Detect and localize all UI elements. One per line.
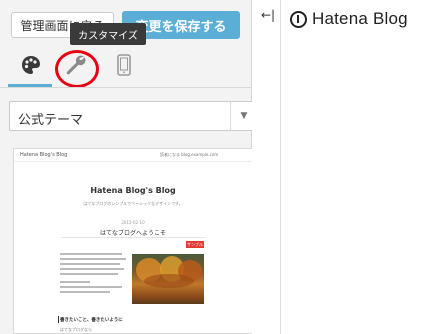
tab-smartphone[interactable] xyxy=(109,50,139,80)
smartphone-icon xyxy=(117,54,131,76)
preview-blog-title: Hatena Blog's Blog xyxy=(90,186,176,195)
preview-topbar: Hatena Blog's Blog 読者になる blog.example.co… xyxy=(14,149,252,162)
hatena-logo-icon xyxy=(290,10,307,28)
highlight-circle xyxy=(55,50,99,88)
preview-heading: 書きたいこと、書きたいように xyxy=(60,318,123,323)
brand-name: Hatena Blog xyxy=(312,9,408,28)
hatena-blog-logo[interactable]: Hatena Blog xyxy=(290,9,408,29)
theme-preview-card[interactable]: Hatena Blog's Blog 読者になる blog.example.co… xyxy=(13,148,253,334)
preview-heading-marker xyxy=(58,316,59,323)
theme-select-value: 公式テーマ xyxy=(18,113,84,128)
preview-sample-badge: サンプル xyxy=(186,241,204,248)
theme-select[interactable]: 公式テーマ ▼ xyxy=(9,101,258,131)
tab-design[interactable] xyxy=(16,50,46,80)
preview-date: 2015-02-10 xyxy=(121,220,145,225)
preview-topbar-title: Hatena Blog's Blog xyxy=(20,152,68,158)
sidebar-tabs xyxy=(0,46,252,87)
collapse-sidebar-icon[interactable]: ←| xyxy=(261,9,275,21)
preview-post-title: はてなブログへようこそ xyxy=(99,230,166,237)
palette-icon xyxy=(22,56,40,74)
preview-body-text xyxy=(60,253,126,296)
tabs-divider xyxy=(0,87,252,88)
customize-tooltip: カスタマイズ xyxy=(70,23,146,45)
preview-blog-subtitle: はてなブログのシンプルでベーシックなデザインです。 xyxy=(83,201,183,206)
blog-preview-area: Hatena Blog xyxy=(281,0,437,334)
customize-sidebar: 管理画面に戻る 変更を保存する カスタマイズ 公式テーマ ▼ Hatena Bl… xyxy=(0,0,258,334)
preview-topbar-right: 読者になる blog.example.com xyxy=(160,152,219,157)
preview-photo xyxy=(132,254,204,304)
preview-tail-text: はてなブログなら xyxy=(60,327,92,332)
preview-divider xyxy=(61,237,205,238)
collapse-panel[interactable]: ←| xyxy=(252,0,281,334)
